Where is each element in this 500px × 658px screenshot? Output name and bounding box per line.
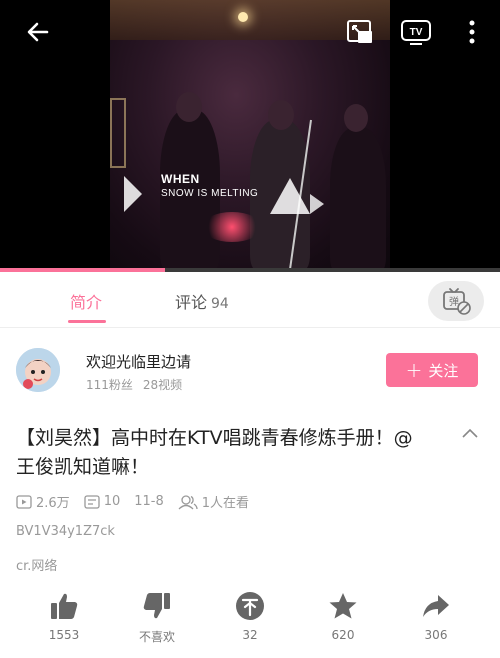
detail-tabs: 简介 评论 94 弹	[0, 272, 500, 328]
video-scene-frame	[110, 98, 126, 168]
uploader-fans: 111粉丝	[86, 378, 133, 392]
tab-comments[interactable]: 评论 94	[175, 289, 229, 313]
tv-icon: TV	[401, 20, 431, 45]
tab-active-indicator	[68, 320, 106, 323]
dislike-button[interactable]: 不喜欢	[127, 590, 187, 645]
coin-count: 32	[242, 628, 258, 642]
danmaku-toggle-button[interactable]: 弹	[428, 281, 484, 321]
watching-now: 1人在看	[178, 492, 249, 511]
tab-intro[interactable]: 简介	[70, 289, 102, 313]
arrow-left-icon	[27, 22, 49, 42]
collapse-description-button[interactable]	[460, 424, 480, 444]
share-count: 306	[424, 628, 448, 642]
danmaku-count-icon	[84, 494, 100, 509]
small-window-button[interactable]	[344, 16, 376, 48]
play-count-icon	[16, 494, 32, 509]
video-scene-light	[238, 12, 248, 22]
video-caption-line2: SNOW IS MELTING	[161, 188, 259, 199]
view-count-value: 2.6万	[36, 496, 70, 511]
video-caption-triangle	[270, 178, 310, 214]
tab-comments-count: 94	[211, 296, 229, 312]
like-button[interactable]: 1553	[34, 590, 94, 642]
avatar-image	[16, 348, 60, 392]
share-button[interactable]: 306	[406, 590, 466, 642]
people-icon	[178, 494, 198, 509]
coin-icon	[236, 592, 264, 620]
uploader-videos: 28视频	[142, 378, 183, 392]
chevron-up-icon	[462, 428, 478, 438]
view-count: 2.6万	[16, 492, 70, 511]
favorite-count: 620	[331, 628, 355, 642]
tab-comments-label: 评论	[175, 293, 208, 312]
video-scene-head	[268, 100, 294, 130]
back-button[interactable]	[22, 16, 54, 48]
favorite-button[interactable]: 620	[313, 590, 373, 642]
video-scene-person	[330, 128, 386, 272]
video-meta-row: 2.6万 10 11-8 1人在看	[16, 492, 263, 511]
like-count: 1553	[48, 628, 80, 642]
cast-tv-button[interactable]: TV	[400, 16, 432, 48]
video-scene-head	[176, 92, 202, 122]
watching-now-value: 1人在看	[201, 496, 250, 511]
danmaku-count: 10	[84, 494, 121, 509]
thumbs-down-icon	[143, 593, 170, 619]
uploader-name[interactable]: 欢迎光临里边请	[86, 351, 191, 372]
more-vertical-icon	[469, 20, 475, 44]
danmaku-count-value: 10	[103, 494, 121, 509]
video-title: 【刘昊然】高中时在KTV唱跳青春修炼手册！@王俊凯知道嘛！	[16, 427, 413, 478]
video-caption-triangle	[310, 194, 324, 214]
dislike-label: 不喜欢	[138, 630, 175, 644]
picture-in-picture-icon	[347, 20, 372, 43]
share-arrow-icon	[423, 595, 449, 617]
uploader-avatar[interactable]	[16, 348, 60, 392]
danmaku-off-icon: 弹	[443, 288, 471, 315]
follow-button[interactable]: + 关注	[386, 353, 478, 387]
uploader-stats: 111粉丝 28视频	[86, 376, 182, 393]
plus-icon: +	[405, 358, 423, 382]
publish-date: 11-8	[134, 494, 164, 509]
star-icon	[329, 593, 357, 619]
copyright-note: cr.网络	[16, 559, 58, 574]
more-menu-button[interactable]	[456, 16, 488, 48]
coin-button[interactable]: 32	[220, 590, 280, 642]
video-caption-line1: WHEN	[161, 172, 200, 186]
bv-id[interactable]: BV1V34y1Z7ck	[16, 524, 115, 539]
follow-label: 关注	[428, 361, 459, 380]
video-player[interactable]: WHEN SNOW IS MELTING TV	[0, 0, 500, 272]
thumbs-up-icon	[51, 593, 78, 619]
svg-text:TV: TV	[410, 27, 423, 38]
video-scene-glow	[202, 212, 262, 242]
video-caption-triangle	[124, 176, 142, 212]
video-scene-head	[344, 104, 368, 132]
